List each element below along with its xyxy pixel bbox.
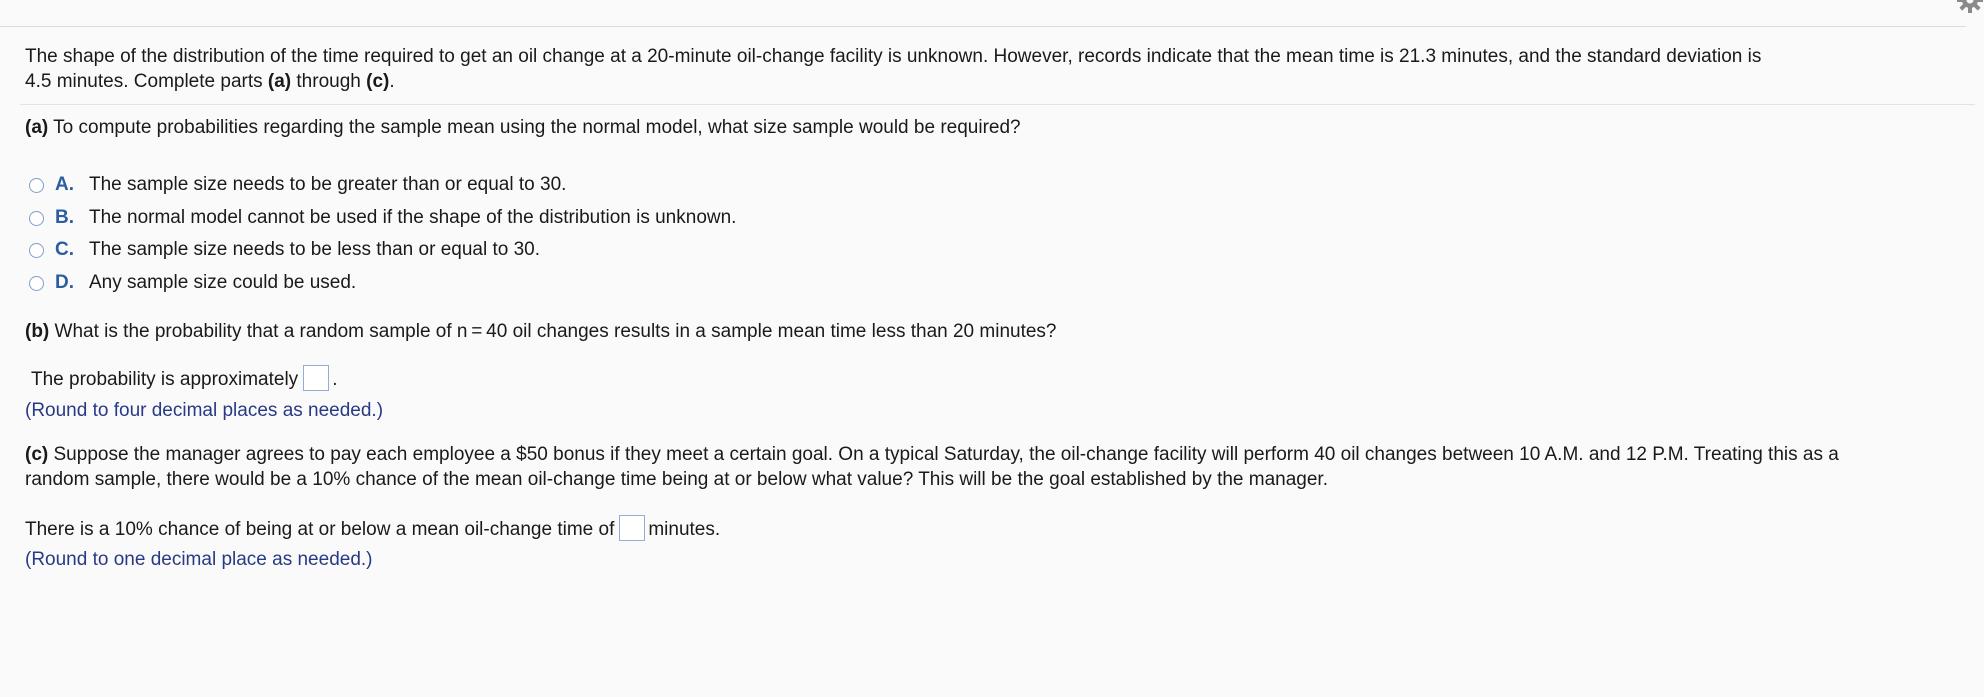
part-c-label: (c) [25,444,49,465]
option-d[interactable]: D. Any sample size could be used. [29,270,356,296]
gear-icon[interactable] [1956,0,1984,14]
part-a-question: (a) To compute probabilities regarding t… [25,115,1021,140]
option-c-letter: C. [55,239,74,260]
part-c-answer-prefix: There is a 10% chance of being at or bel… [25,519,615,541]
part-c-question-text-1: Suppose the manager agrees to pay each e… [48,444,1839,465]
part-b-answer-line: The probability is approximately. [31,365,338,393]
intro-period: . [389,71,395,92]
intro-line-2: 4.5 minutes. Complete parts (a) through … [25,69,1761,94]
intro-line-2-prefix: 4.5 minutes. Complete parts [25,71,268,92]
top-divider [0,26,1966,27]
part-c-question-line-2: random sample, there would be a 10% chan… [25,469,1328,490]
option-a-letter: A. [55,174,74,195]
question-page: The shape of the distribution of the tim… [0,0,1984,697]
option-c[interactable]: C. The sample size needs to be less than… [29,237,540,263]
option-b-letter: B. [55,207,74,228]
option-a[interactable]: A. The sample size needs to be greater t… [29,172,566,198]
part-b-hint: (Round to four decimal places as needed.… [25,400,384,421]
option-b[interactable]: B. The normal model cannot be used if th… [29,205,736,231]
option-a-text: The sample size needs to be greater than… [89,174,567,195]
part-c-answer-suffix: minutes. [648,519,721,541]
option-d-radio[interactable] [29,275,44,291]
part-b-question: (b) What is the probability that a rando… [25,319,1057,344]
option-c-text: The sample size needs to be less than or… [89,239,540,260]
part-b-label: (b) [25,321,50,342]
option-c-radio[interactable] [29,242,44,258]
intro-line-1: The shape of the distribution of the tim… [25,46,1762,67]
part-a-reference: (a) [267,71,292,92]
part-b-answer-suffix: . [332,369,338,391]
part-c-hint: (Round to one decimal place as needed.) [25,549,373,570]
part-c-reference: (c) [366,71,390,92]
probability-answer-input[interactable] [303,365,330,391]
option-a-radio[interactable] [29,177,44,193]
intro-divider [20,104,1975,105]
option-d-letter: D. [55,272,74,293]
part-b-answer-prefix: The probability is approximately [31,369,299,391]
part-c-answer-line: There is a 10% chance of being at or bel… [25,515,721,543]
option-b-radio[interactable] [29,210,44,226]
option-b-text: The normal model cannot be used if the s… [89,207,737,228]
option-d-text: Any sample size could be used. [89,272,357,293]
part-a-question-text: To compute probabilities regarding the s… [48,117,1021,138]
intro-text: The shape of the distribution of the tim… [25,44,1761,94]
part-c-question: (c) Suppose the manager agrees to pay ea… [25,442,1839,492]
part-a-label: (a) [25,117,49,138]
intro-through: through [291,71,367,92]
part-c-question-line-1: (c) Suppose the manager agrees to pay ea… [25,442,1839,467]
mean-time-answer-input[interactable] [619,515,646,541]
part-b-question-text: What is the probability that a random sa… [49,321,1057,342]
